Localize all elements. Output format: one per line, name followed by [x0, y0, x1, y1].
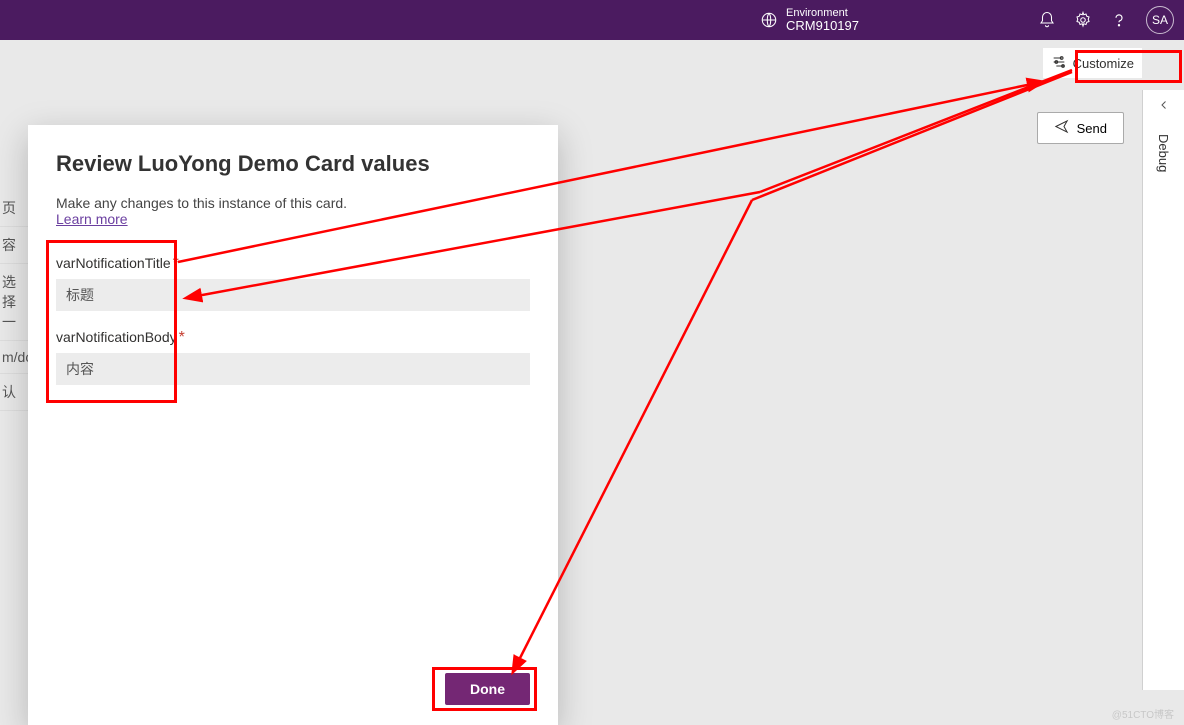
send-icon [1054, 119, 1069, 137]
field-notification-body: varNotificationBody* [56, 329, 530, 385]
chevron-left-icon[interactable] [1158, 98, 1170, 114]
bg-fragment: 选择一 [0, 264, 30, 341]
bg-fragment: 页 [0, 190, 30, 227]
debug-label: Debug [1156, 134, 1171, 172]
app-header: Environment CRM910197 SA [0, 0, 1184, 40]
bg-fragment: m/do [0, 341, 30, 374]
review-card-modal: Review LuoYong Demo Card values Make any… [28, 125, 558, 725]
environment-icon [760, 11, 778, 29]
modal-subtitle: Make any changes to this instance of thi… [56, 195, 530, 211]
send-label: Send [1077, 121, 1107, 136]
background-panel: 页 容 选择一 m/do 认 [0, 190, 30, 411]
gear-icon[interactable] [1074, 11, 1092, 29]
help-icon[interactable] [1110, 11, 1128, 29]
customize-label: Customize [1073, 56, 1134, 71]
stage: 页 容 选择一 m/do 认 Customize Send Debug [0, 40, 1184, 725]
learn-more-link[interactable]: Learn more [56, 211, 530, 227]
environment-selector[interactable]: Environment CRM910197 [0, 7, 859, 33]
notification-body-input[interactable] [56, 353, 530, 385]
send-button[interactable]: Send [1037, 112, 1124, 144]
notification-title-input[interactable] [56, 279, 530, 311]
avatar[interactable]: SA [1146, 6, 1174, 34]
bell-icon[interactable] [1038, 11, 1056, 29]
bg-fragment: 容 [0, 227, 30, 264]
done-button[interactable]: Done [445, 673, 530, 705]
sliders-icon [1051, 54, 1067, 73]
field-label: varNotificationBody [56, 329, 177, 345]
environment-name: CRM910197 [786, 19, 859, 33]
required-marker: * [179, 329, 185, 346]
field-label: varNotificationTitle [56, 255, 171, 271]
customize-button[interactable]: Customize [1043, 48, 1142, 78]
bg-fragment: 认 [0, 374, 30, 411]
field-notification-title: varNotificationTitle* [56, 255, 530, 311]
modal-title: Review LuoYong Demo Card values [56, 151, 530, 177]
watermark: @51CTO博客 [1112, 706, 1174, 721]
debug-rail[interactable]: Debug [1142, 90, 1184, 690]
required-marker: * [173, 255, 179, 272]
